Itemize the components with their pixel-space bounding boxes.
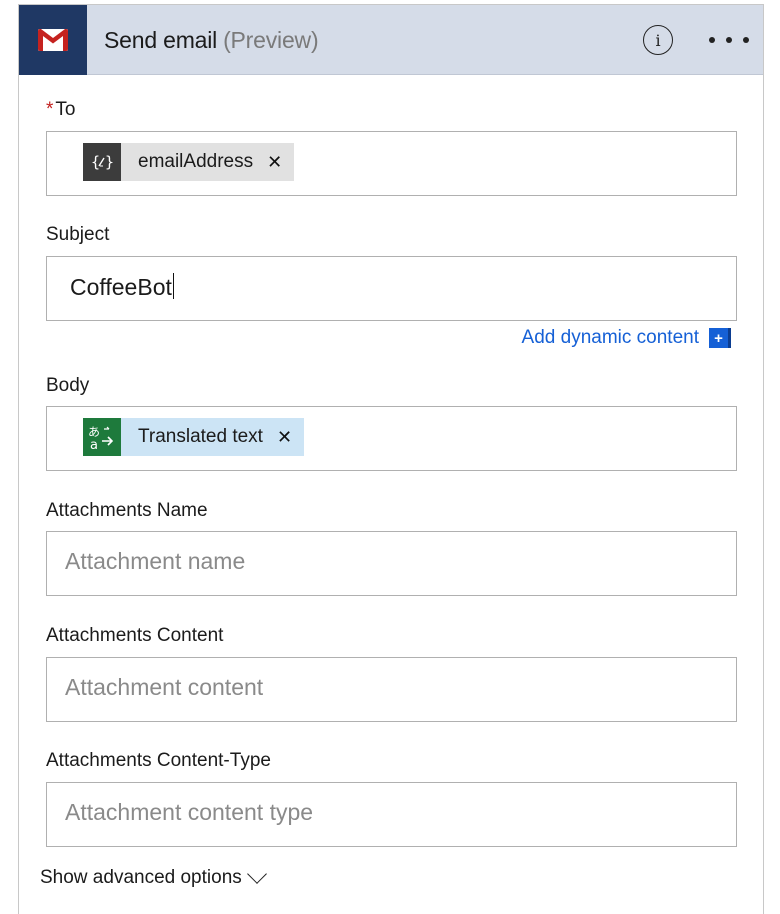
attachments-content-type-placeholder: Attachment content type xyxy=(65,799,314,825)
subject-value: CoffeeBot xyxy=(70,273,174,301)
subject-label: Subject xyxy=(46,224,110,245)
translated-text-token[interactable]: あ a Translated text ✕ xyxy=(83,418,305,456)
svg-text:}: } xyxy=(105,153,114,171)
token-label: Translated text xyxy=(138,426,263,447)
svg-text:{: { xyxy=(91,153,100,171)
email-address-token[interactable]: { } emailAddress ✕ xyxy=(83,143,295,181)
show-advanced-options-button[interactable]: Show advanced options xyxy=(40,864,267,889)
preview-badge: (Preview) xyxy=(223,27,319,53)
translator-icon: あ a xyxy=(83,418,121,456)
plus-icon: + xyxy=(709,328,731,348)
body-field[interactable]: あ a Translated text ✕ xyxy=(46,406,737,471)
text-cursor xyxy=(172,273,174,299)
attachments-content-type-input[interactable]: Attachment content type xyxy=(46,782,737,847)
dot xyxy=(743,37,749,43)
send-email-action-card: Send email (Preview) i * To { } emailAddre… xyxy=(18,1,764,914)
attachments-name-placeholder: Attachment name xyxy=(65,548,246,574)
token-label: emailAddress xyxy=(138,151,254,172)
dot xyxy=(726,37,732,43)
subject-value-text: CoffeeBot xyxy=(70,274,172,300)
expression-braces-icon: { } xyxy=(83,143,121,181)
info-icon[interactable]: i xyxy=(643,25,673,55)
add-dynamic-content-text: Add dynamic content xyxy=(521,327,699,348)
card-header[interactable]: Send email (Preview) i xyxy=(19,5,763,75)
remove-token-icon[interactable]: ✕ xyxy=(267,152,282,173)
attachments-content-input[interactable]: Attachment content xyxy=(46,657,737,722)
action-title: Send email (Preview) xyxy=(104,27,319,54)
action-title-text: Send email xyxy=(104,27,218,53)
show-advanced-options-label: Show advanced options xyxy=(40,867,242,888)
attachments-name-label: Attachments Name xyxy=(46,500,208,521)
chevron-down-icon xyxy=(246,864,267,884)
body-label: Body xyxy=(46,375,90,396)
attachments-content-label: Attachments Content xyxy=(46,625,224,646)
to-field[interactable]: { } emailAddress ✕ xyxy=(46,131,737,196)
add-dynamic-content-link[interactable]: Add dynamic content + xyxy=(522,327,731,349)
gmail-logo xyxy=(19,5,87,75)
attachments-content-placeholder: Attachment content xyxy=(65,674,264,700)
svg-text:a: a xyxy=(90,438,98,451)
attachments-content-type-label: Attachments Content-Type xyxy=(46,750,271,771)
subject-input[interactable]: CoffeeBot xyxy=(46,256,737,321)
attachments-name-input[interactable]: Attachment name xyxy=(46,531,737,596)
remove-token-icon[interactable]: ✕ xyxy=(277,427,292,448)
gmail-icon xyxy=(38,29,68,51)
more-options-icon[interactable] xyxy=(709,27,749,53)
to-label: * To xyxy=(46,99,75,121)
dot xyxy=(709,37,715,43)
to-label-text: To xyxy=(55,99,76,120)
required-marker: * xyxy=(46,99,54,120)
svg-text:あ: あ xyxy=(88,425,100,439)
